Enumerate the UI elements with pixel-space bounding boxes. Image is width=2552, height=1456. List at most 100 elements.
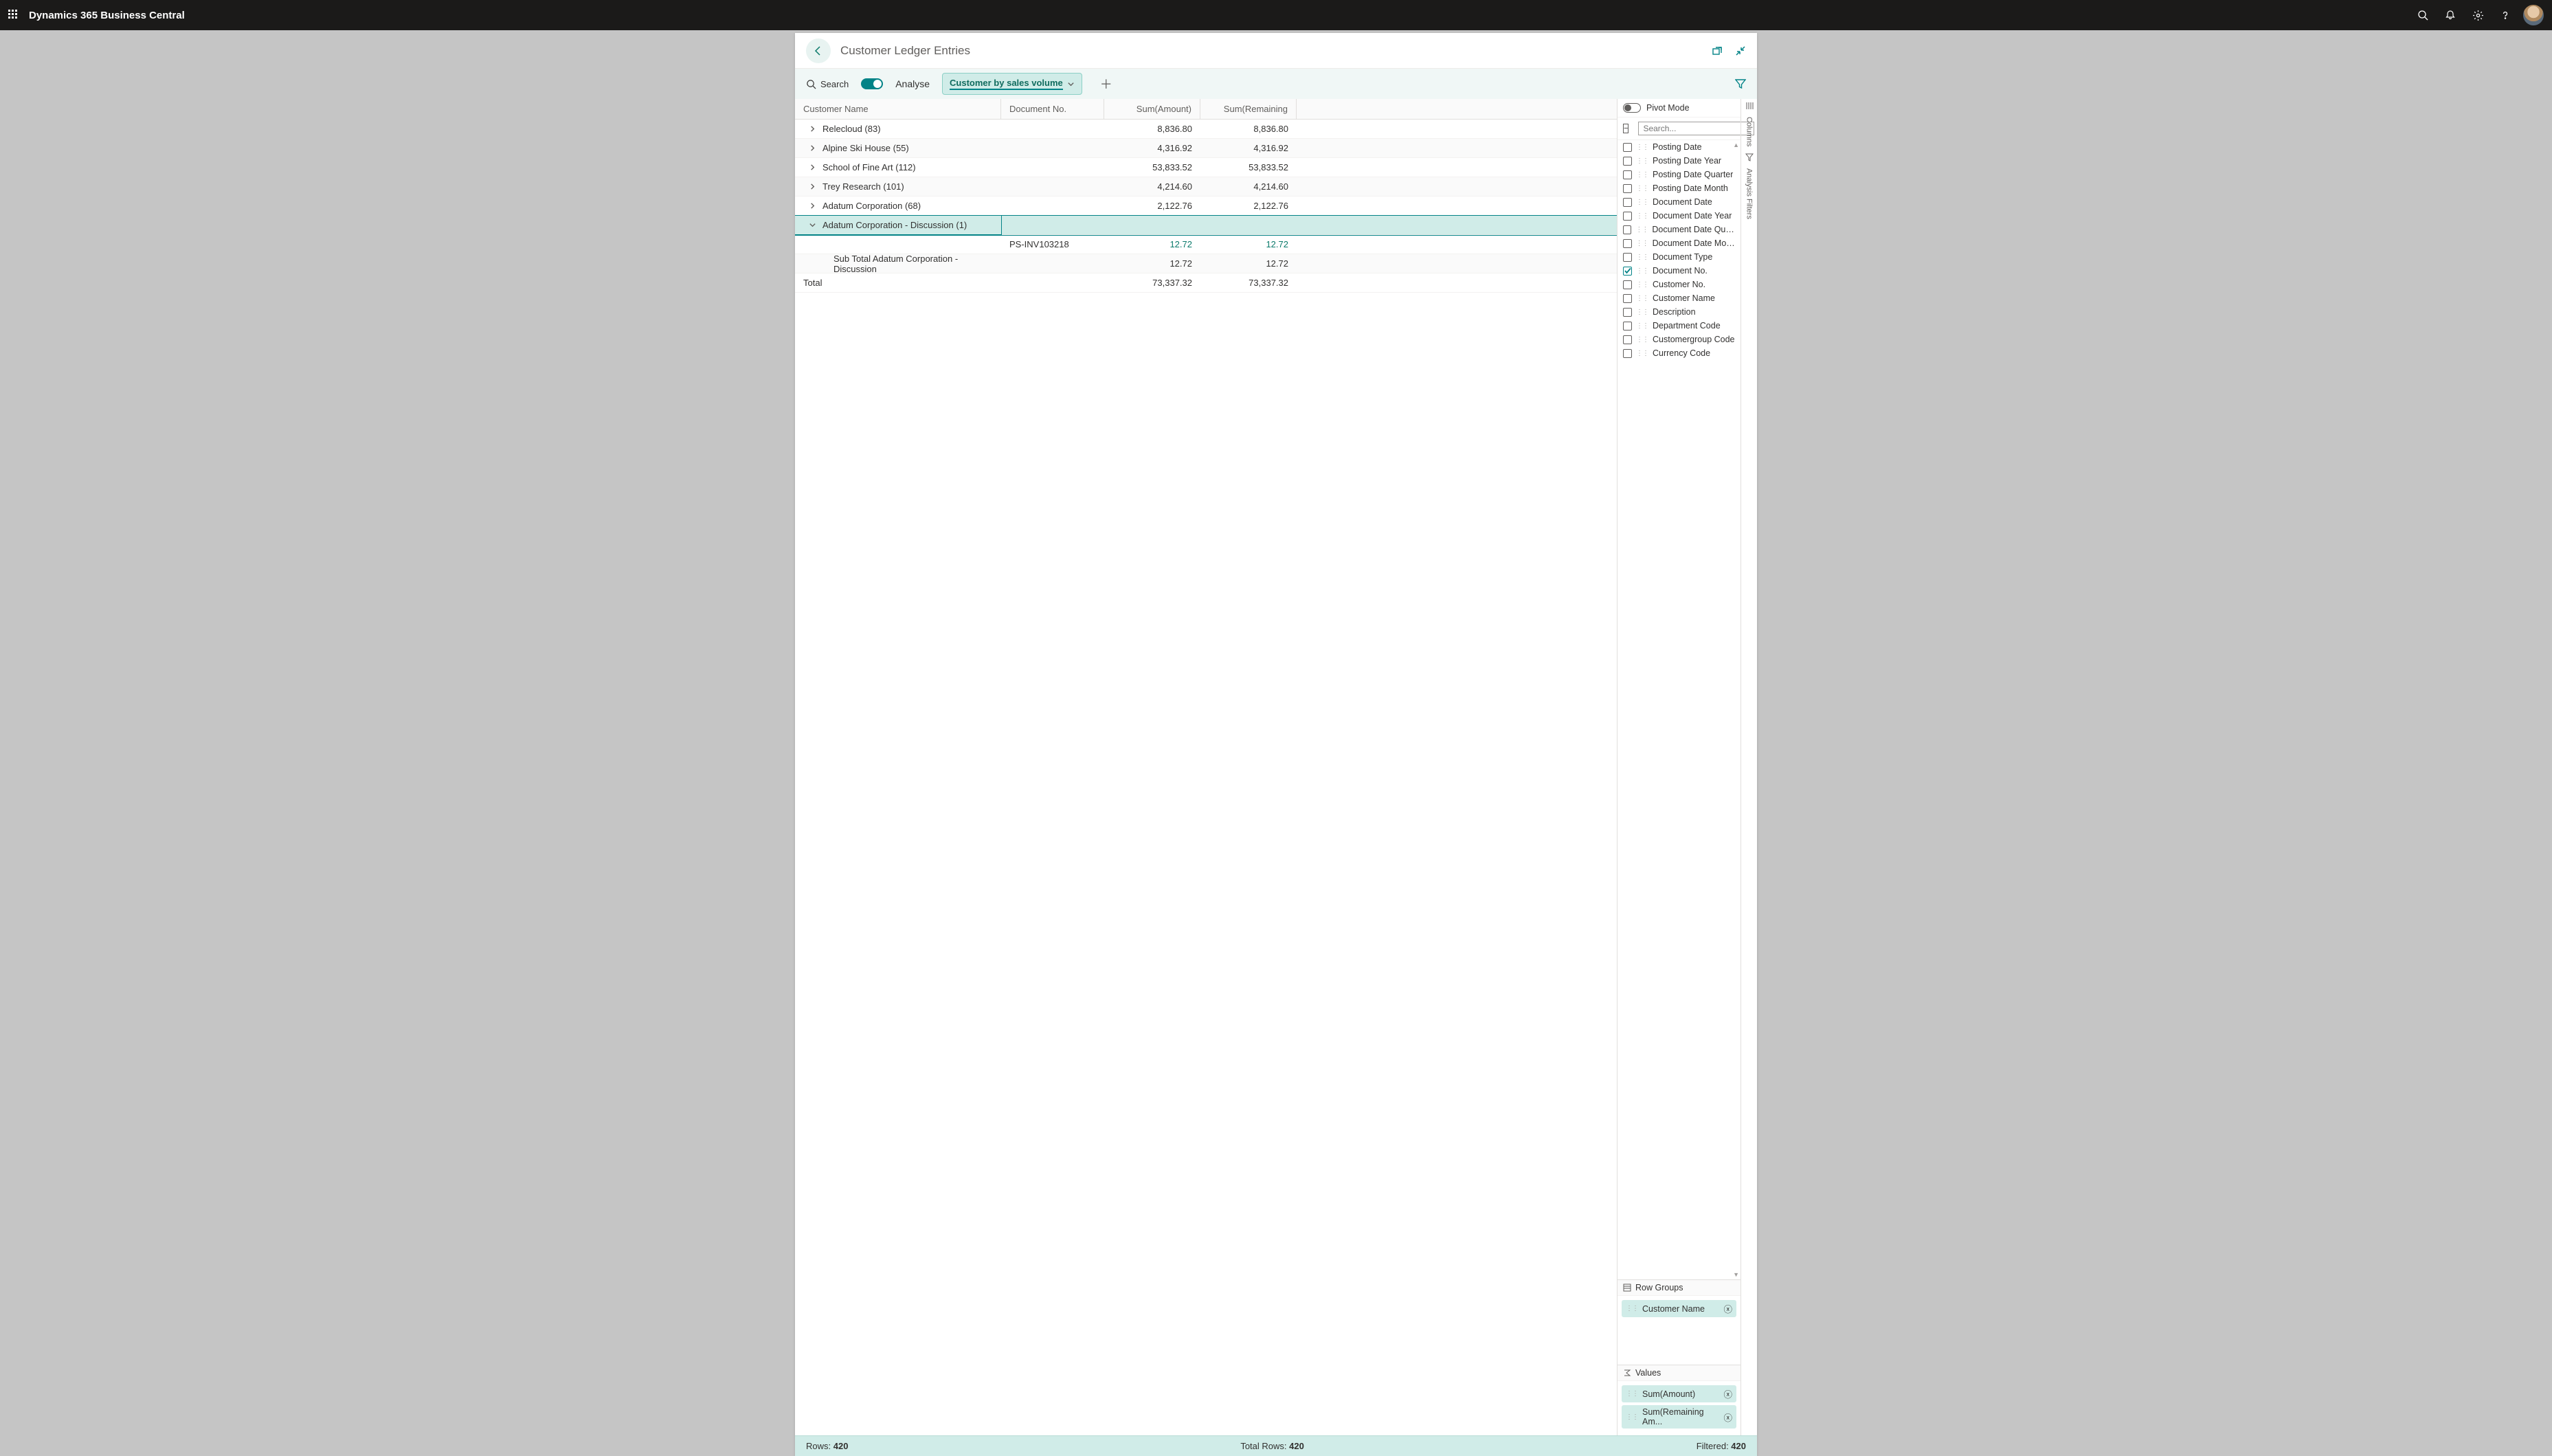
table-row[interactable]: Total73,337.3273,337.32 (795, 273, 1617, 293)
drag-handle-icon[interactable]: ⋮⋮ (1636, 199, 1648, 206)
drag-handle-icon[interactable]: ⋮⋮ (1636, 336, 1648, 344)
drag-handle-icon[interactable]: ⋮⋮ (1636, 185, 1648, 192)
pivot-mode-toggle[interactable] (1623, 103, 1641, 113)
column-header-document-no[interactable]: Document No. (1001, 99, 1104, 119)
field-list[interactable]: ▲ ▼ ⋮⋮Posting Date⋮⋮Posting Date Year⋮⋮P… (1618, 140, 1740, 1279)
scroll-down-icon[interactable]: ▼ (1733, 1271, 1739, 1278)
field-item[interactable]: ⋮⋮Currency Code (1618, 346, 1740, 360)
open-new-window-icon[interactable] (1712, 45, 1723, 56)
field-checkbox[interactable] (1623, 280, 1632, 289)
field-checkbox[interactable] (1623, 143, 1632, 152)
field-item[interactable]: ⋮⋮Posting Date Year (1618, 154, 1740, 168)
field-checkbox[interactable] (1623, 184, 1632, 193)
drag-handle-icon[interactable]: ⋮⋮ (1636, 350, 1648, 357)
field-checkbox[interactable] (1623, 225, 1631, 234)
scroll-up-icon[interactable]: ▲ (1733, 142, 1739, 148)
field-item[interactable]: ⋮⋮Customergroup Code (1618, 333, 1740, 346)
drag-handle-icon[interactable]: ⋮⋮ (1636, 254, 1648, 261)
collapse-icon[interactable] (1735, 45, 1746, 56)
field-checkbox[interactable] (1623, 308, 1632, 317)
remove-icon[interactable]: ⓧ (1723, 1302, 1732, 1315)
drag-handle-icon[interactable]: ⋮⋮ (1636, 295, 1648, 302)
drag-handle-icon[interactable]: ⋮⋮ (1636, 281, 1648, 289)
chevron-right-icon[interactable] (807, 124, 817, 134)
value-pill[interactable]: ⋮⋮Sum(Remaining Am...ⓧ (1622, 1405, 1736, 1429)
collapse-all-button[interactable]: − (1623, 124, 1628, 133)
value-pill[interactable]: ⋮⋮Sum(Amount)ⓧ (1622, 1385, 1736, 1402)
table-row[interactable]: Adatum Corporation (68)2,122.762,122.76 (795, 197, 1617, 216)
remove-icon[interactable]: ⓧ (1723, 1387, 1732, 1400)
field-item[interactable]: ⋮⋮Posting Date (1618, 140, 1740, 154)
filters-rail-icon[interactable] (1745, 153, 1754, 161)
column-header-sum-remaining[interactable]: Sum(Remaining (1200, 99, 1297, 119)
field-item[interactable]: ⋮⋮Description (1618, 305, 1740, 319)
drag-handle-icon[interactable]: ⋮⋮ (1626, 1390, 1638, 1398)
notifications-icon[interactable] (2437, 0, 2464, 30)
field-checkbox[interactable] (1623, 170, 1632, 179)
chevron-right-icon[interactable] (807, 163, 817, 172)
cell-remaining[interactable]: 12.72 (1200, 235, 1297, 254)
cell-amount[interactable]: 12.72 (1104, 235, 1200, 254)
table-row[interactable]: Sub Total Adatum Corporation - Discussio… (795, 254, 1617, 273)
remove-icon[interactable]: ⓧ (1723, 1411, 1732, 1424)
drag-handle-icon[interactable]: ⋮⋮ (1636, 212, 1648, 220)
field-item[interactable]: ⋮⋮Document No. (1618, 264, 1740, 278)
table-row[interactable]: Alpine Ski House (55)4,316.924,316.92 (795, 139, 1617, 158)
user-avatar[interactable] (2523, 5, 2544, 25)
drag-handle-icon[interactable]: ⋮⋮ (1636, 157, 1648, 165)
drag-handle-icon[interactable]: ⋮⋮ (1636, 267, 1648, 275)
search-icon[interactable] (2409, 0, 2437, 30)
field-item[interactable]: ⋮⋮Document Date (1618, 195, 1740, 209)
filters-rail-tab[interactable]: Analysis Filters (1744, 164, 1755, 223)
row-group-pill[interactable]: ⋮⋮Customer Nameⓧ (1622, 1300, 1736, 1317)
field-item[interactable]: ⋮⋮Document Type (1618, 250, 1740, 264)
help-icon[interactable] (2492, 0, 2519, 30)
chevron-down-icon[interactable] (1067, 80, 1075, 88)
columns-rail-tab[interactable]: Columns (1744, 113, 1755, 150)
field-checkbox[interactable] (1623, 349, 1632, 358)
settings-icon[interactable] (2464, 0, 2492, 30)
field-item[interactable]: ⋮⋮Posting Date Month (1618, 181, 1740, 195)
field-checkbox[interactable] (1623, 322, 1632, 331)
drag-handle-icon[interactable]: ⋮⋮ (1636, 240, 1648, 247)
chevron-right-icon[interactable] (807, 201, 817, 211)
field-checkbox[interactable] (1623, 198, 1632, 207)
chevron-down-icon[interactable] (807, 221, 817, 230)
drag-handle-icon[interactable]: ⋮⋮ (1636, 322, 1648, 330)
columns-rail-icon[interactable] (1745, 102, 1754, 110)
field-checkbox[interactable] (1623, 294, 1632, 303)
table-row[interactable]: School of Fine Art (112)53,833.5253,833.… (795, 158, 1617, 177)
app-launcher-icon[interactable] (8, 10, 19, 21)
column-header-customer-name[interactable]: Customer Name (795, 99, 1001, 119)
drag-handle-icon[interactable]: ⋮⋮ (1636, 309, 1648, 316)
field-checkbox[interactable] (1623, 267, 1632, 276)
drag-handle-icon[interactable]: ⋮⋮ (1626, 1305, 1638, 1312)
field-item[interactable]: ⋮⋮Customer Name (1618, 291, 1740, 305)
column-header-sum-amount[interactable]: Sum(Amount) (1104, 99, 1200, 119)
drag-handle-icon[interactable]: ⋮⋮ (1635, 226, 1648, 234)
field-item[interactable]: ⋮⋮Document Date Year (1618, 209, 1740, 223)
chevron-right-icon[interactable] (807, 144, 817, 153)
field-item[interactable]: ⋮⋮Document Date Quar... (1618, 223, 1740, 236)
field-checkbox[interactable] (1623, 335, 1632, 344)
back-button[interactable] (806, 38, 831, 63)
field-item[interactable]: ⋮⋮Customer No. (1618, 278, 1740, 291)
field-checkbox[interactable] (1623, 157, 1632, 166)
field-checkbox[interactable] (1623, 239, 1632, 248)
drag-handle-icon[interactable]: ⋮⋮ (1636, 144, 1648, 151)
analyse-toggle[interactable] (861, 78, 883, 89)
field-item[interactable]: ⋮⋮Posting Date Quarter (1618, 168, 1740, 181)
filter-icon[interactable] (1735, 78, 1746, 89)
analysis-tab[interactable]: Customer by sales volume (942, 73, 1082, 95)
table-row[interactable]: Trey Research (101)4,214.604,214.60 (795, 177, 1617, 197)
field-item[interactable]: ⋮⋮Document Date Month (1618, 236, 1740, 250)
field-checkbox[interactable] (1623, 212, 1632, 221)
table-row[interactable]: Adatum Corporation - Discussion (1) (795, 216, 1617, 235)
drag-handle-icon[interactable]: ⋮⋮ (1636, 171, 1648, 179)
search-button[interactable]: Search (806, 79, 849, 89)
chevron-right-icon[interactable] (807, 182, 817, 192)
add-tab-button[interactable]: ＋ (1095, 75, 1118, 93)
table-row[interactable]: Relecloud (83)8,836.808,836.80 (795, 120, 1617, 139)
field-checkbox[interactable] (1623, 253, 1632, 262)
table-row[interactable]: PS-INV10321812.7212.72 (795, 235, 1617, 254)
